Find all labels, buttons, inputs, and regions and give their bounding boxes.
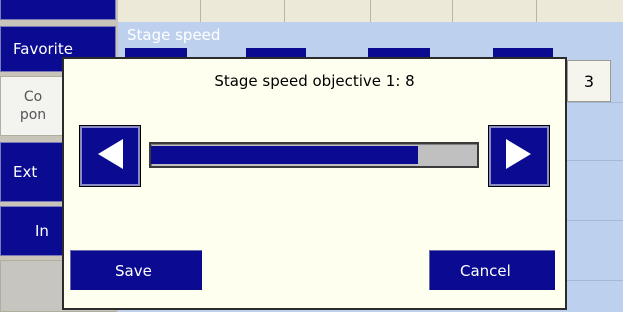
toolbar-cell <box>370 0 453 22</box>
sidebar-item-label: Favorite <box>13 40 73 58</box>
speed-slider-fill <box>151 146 418 164</box>
decrease-speed-button[interactable] <box>79 125 141 187</box>
increase-speed-button[interactable] <box>488 125 550 187</box>
cancel-button[interactable]: Cancel <box>429 250 555 290</box>
cancel-button-label: Cancel <box>460 261 511 280</box>
dialog-title: Stage speed objective 1: 8 <box>214 72 415 90</box>
objective-number: 3 <box>583 71 595 91</box>
sidebar-item-top[interactable] <box>0 0 116 20</box>
stage-speed-dialog: Stage speed objective 1: 8 Save Cancel <box>62 57 567 310</box>
toolbar-cell <box>284 0 371 22</box>
panel-title: Stage speed <box>127 26 221 44</box>
save-button[interactable]: Save <box>70 250 202 290</box>
sidebar-item-label: In <box>35 222 49 240</box>
triangle-left-icon <box>95 137 125 175</box>
speed-slider[interactable] <box>149 142 479 168</box>
toolbar-cell <box>452 0 537 22</box>
save-button-label: Save <box>115 261 152 280</box>
toolbar-cell <box>118 0 201 22</box>
toolbar-cell <box>200 0 285 22</box>
objective-number-cell[interactable]: 3 <box>567 60 611 102</box>
sidebar-item-label: Ext <box>13 163 38 181</box>
sidebar-item-label: Co pon <box>19 89 47 123</box>
triangle-right-icon <box>504 137 534 175</box>
